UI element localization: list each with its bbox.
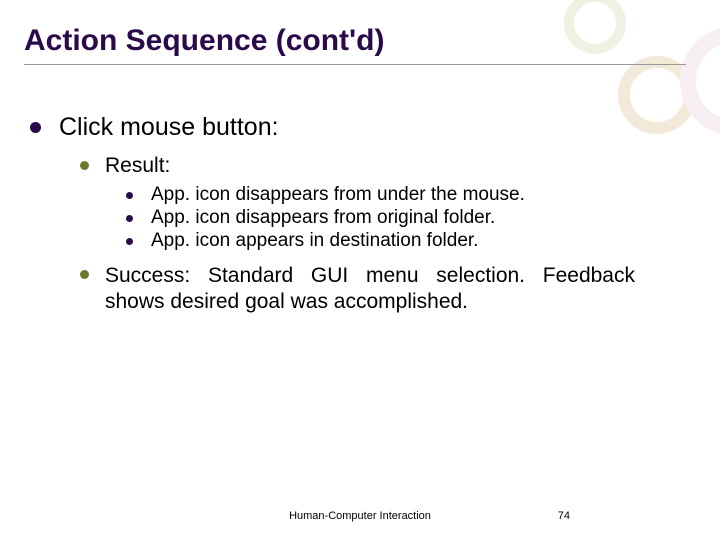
bullet-text: Success: Standard GUI menu selection. Fe… [105,263,635,316]
bullet-level3: App. icon disappears from original folde… [126,207,686,229]
bullet-icon [126,238,133,245]
bullet-level2: Result: [80,154,686,178]
bullet-text: App. icon disappears from original folde… [151,207,495,229]
bullet-text: App. icon disappears from under the mous… [151,184,525,206]
bullet-text: Result: [105,154,170,178]
slide-footer: Human-Computer Interaction 74 [0,510,720,522]
slide-body: Action Sequence (cont'd) Click mouse but… [0,0,720,316]
bullet-text: App. icon appears in destination folder. [151,230,478,252]
bullet-icon [30,122,41,133]
footer-page-number: 74 [558,510,570,522]
bullet-level2: Success: Standard GUI menu selection. Fe… [80,263,686,316]
slide-title: Action Sequence (cont'd) [24,24,686,65]
bullet-icon [80,270,89,279]
bullet-level3: App. icon appears in destination folder. [126,230,686,252]
footer-title: Human-Computer Interaction [289,510,431,522]
bullet-icon [126,215,133,222]
bullet-level1: Click mouse button: [24,113,686,142]
bullet-icon [126,192,133,199]
bullet-icon [80,161,89,170]
bullet-level3: App. icon disappears from under the mous… [126,184,686,206]
bullet-text: Click mouse button: [59,113,279,142]
